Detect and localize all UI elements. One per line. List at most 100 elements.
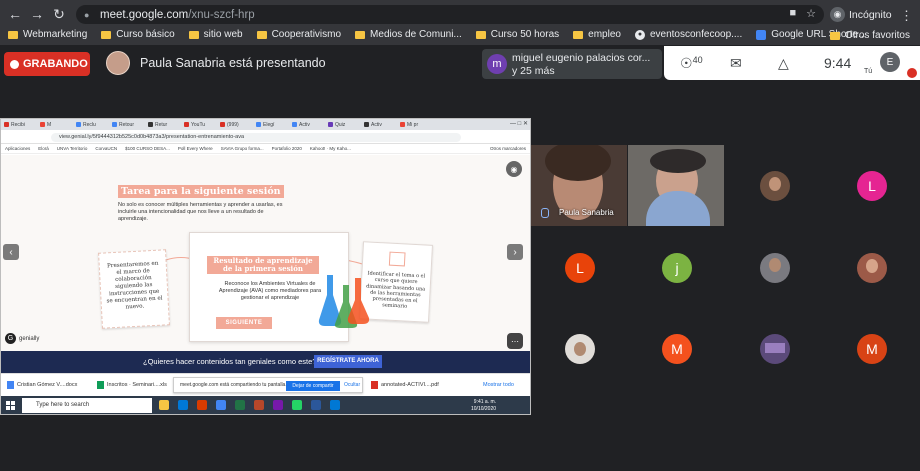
participant-chip[interactable]: m miguel eugenio palacios cor... y 25 má… [482,49,662,79]
tray-date: 10/10/2020 [471,405,497,412]
reload-icon[interactable]: ↻ [48,4,70,24]
powerpoint-icon[interactable] [254,400,264,410]
onenote-icon[interactable] [273,400,283,410]
inner-tab: M [40,120,76,129]
folder-icon [355,30,366,39]
video-tile[interactable] [628,145,724,226]
chat-icon[interactable]: ✉ [730,55,742,72]
folder-icon [573,30,584,39]
fullscreen-icon[interactable]: ◉ [506,161,522,177]
shared-screen[interactable]: Recibi M Reclu Retour Retur YouTu (999) … [0,118,531,415]
self-label: Tú [864,68,873,75]
activities-icon[interactable]: △ [778,55,789,72]
avatar[interactable]: L [565,253,595,283]
url-path: /xnu-szcf-hrp [188,8,255,21]
docx-icon [7,381,14,389]
next-slide-button[interactable]: › [507,244,523,260]
inner-tab: YouTu [184,120,220,129]
inner-bookmarks: Aplicaciones Elorá UNVA Territorio Corva… [1,144,530,154]
prev-slide-button[interactable]: ‹ [3,244,19,260]
genially-logo: G genially [5,333,39,344]
chrome-icon[interactable] [216,400,226,410]
office-icon[interactable] [197,400,207,410]
bookmark-item[interactable]: Curso 50 horas [475,29,559,40]
folder-icon [475,30,486,39]
taskbar-apps [159,400,340,410]
bookmark-item[interactable]: ● eventosconfecoop.... [634,29,742,40]
avatar[interactable] [760,253,790,283]
tab-favicon [184,122,189,127]
participants-button[interactable]: ☉40 [680,55,703,72]
tray-time: 9:41 a. m. [473,399,497,405]
other-bookmarks[interactable]: Otros favoritos [829,30,910,41]
flasks-illustration [318,275,370,328]
outcome-title: Resultado de aprendizaje de la primera s… [207,256,319,275]
show-all-link[interactable]: Mostrar todo [483,382,514,388]
download-item[interactable]: Cristian Gómez V....docx [7,381,77,389]
inner-tab: Quiz [328,120,364,129]
inner-tab: Retour [112,120,148,129]
forward-icon[interactable]: → [26,4,48,24]
xls-icon [97,381,104,389]
folder-icon [101,30,112,39]
bookmark-item[interactable]: sitio web [188,29,243,40]
bookmark-item[interactable]: Webmarketing [8,29,87,40]
slide-text: No solo es conocer múltiples herramienta… [118,202,283,223]
browser-menu-icon[interactable]: ⋮ [900,8,913,24]
instruction-card: Presentaremos en el marco de colaboració… [98,249,170,329]
download-item[interactable]: annotated-ACTIVI....pdf [371,381,439,389]
self-avatar[interactable]: E [880,52,900,72]
tab-favicon [148,122,153,127]
avatar[interactable]: L [857,171,887,201]
bookmark-item[interactable]: Medios de Comuni... [355,29,462,40]
register-button[interactable]: REGÍSTRATE AHORA [314,355,382,368]
more-options-icon[interactable]: ⋯ [507,333,523,349]
bookmarks-bar: Webmarketing Curso básico sitio web Coop… [0,24,920,46]
download-item[interactable]: Inscritos · Seminari....xls [97,381,167,389]
incognito-indicator[interactable]: ◉ Incógnito [830,7,892,22]
avatar[interactable]: j [662,253,692,283]
inner-toolbar: view.genial.ly/5f9444312b525c0d0b4873a3/… [1,130,530,144]
inner-tab: Retur [148,120,184,129]
folder-icon [256,30,267,39]
excel-icon[interactable] [235,400,245,410]
mic-icon [541,208,549,218]
browser-toolbar: ← → ↻ ● meet.google.com/xnu-szcf-hrp ■ ☆… [0,4,920,24]
bookmark-item[interactable]: Cooperativismo [256,29,341,40]
bookmark-item[interactable]: empleo [573,29,621,40]
outlook-icon[interactable] [330,400,340,410]
hair-shape [650,149,706,173]
back-icon[interactable]: ← [4,4,26,24]
stop-sharing-button[interactable]: Dejar de compartir [286,381,340,391]
cta-text: ¿Quieres hacer contenidos tan geniales c… [143,357,317,366]
explorer-icon[interactable] [159,400,169,410]
avatar[interactable]: M [662,334,692,364]
system-tray: 9:41 a. m. 10/10/2020 [471,399,496,412]
folder-icon [188,30,199,39]
avatar[interactable]: M [857,334,887,364]
share-text: meet.google.com está compartiendo tu pan… [180,382,287,388]
mail-icon[interactable] [178,400,188,410]
cta-banner: ¿Quieres hacer contenidos tan geniales c… [1,351,530,373]
tile-name: Paula Sanabria [559,208,614,217]
next-button[interactable]: SIGUIENTE [216,317,272,329]
avatar[interactable] [760,334,790,364]
whatsapp-icon[interactable] [292,400,302,410]
camera-icon[interactable]: ■ [789,7,796,20]
windows-start-icon[interactable] [6,401,15,410]
hide-button[interactable]: Ocultar [344,382,360,388]
address-bar[interactable]: ● meet.google.com/xnu-szcf-hrp ■ ☆ [76,5,824,24]
avatar[interactable] [760,171,790,201]
avatar[interactable] [565,334,595,364]
bookmark-item[interactable]: Curso básico [101,29,175,40]
avatar[interactable] [857,253,887,283]
taskbar-search[interactable]: Type here to search [22,398,152,413]
star-icon[interactable]: ☆ [806,7,816,20]
tab-favicon [76,122,81,127]
folder-icon [8,30,18,39]
word-icon[interactable] [311,400,321,410]
chip-name: miguel eugenio palacios cor... [512,52,651,64]
inner-tab: Recibi [4,120,40,129]
inner-tab: Activ [292,120,328,129]
video-tile[interactable]: Paula Sanabria [531,145,627,226]
